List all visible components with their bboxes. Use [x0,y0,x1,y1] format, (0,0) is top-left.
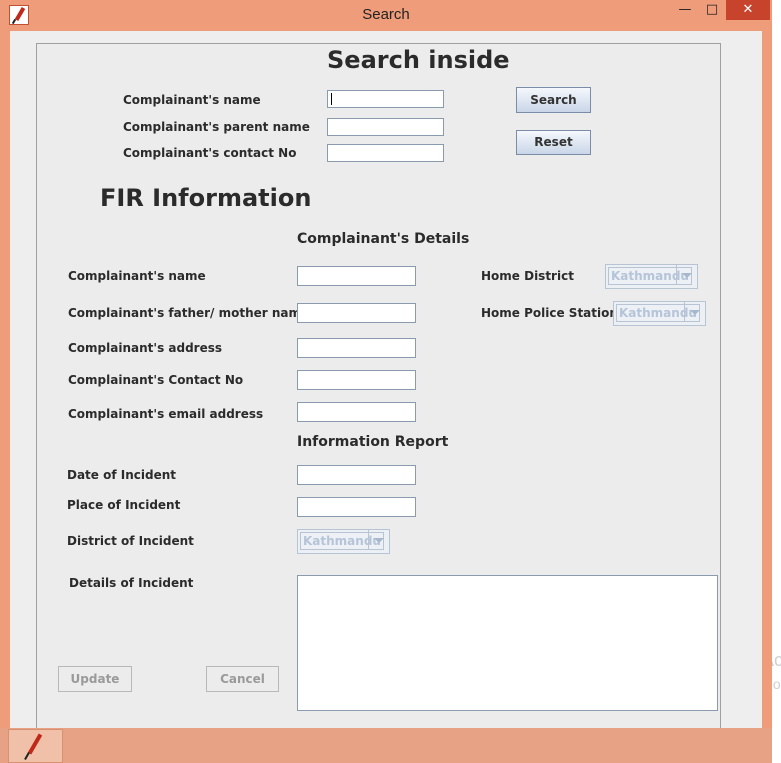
details-textarea[interactable] [297,575,718,711]
fir-contact-input[interactable] [297,370,416,390]
search-contact-input[interactable] [327,144,444,162]
desktop-right-edge [772,0,781,763]
update-button[interactable]: Update [58,666,132,692]
chevron-down-icon[interactable] [368,530,389,550]
date-label: Date of Incident [67,468,176,482]
complainant-details-heading: Complainant's Details [297,231,470,247]
fir-parent-input[interactable] [297,303,416,323]
title-bar[interactable]: Search — □ ✕ [0,0,772,30]
fir-address-input[interactable] [297,338,416,358]
search-heading: Search inside [327,46,510,74]
fir-contact-label: Complainant's Contact No [68,373,244,387]
minimize-button[interactable]: — [672,0,698,20]
fir-address-label: Complainant's address [68,341,223,355]
search-contact-label: Complainant's contact No [123,146,297,160]
form-panel: Search inside Complainant's name Complai… [36,43,721,737]
fir-name-input[interactable] [297,266,416,286]
fir-parent-label: Complainant's father/ mother name [68,306,310,320]
details-label: Details of Incident [69,576,194,590]
maximize-button[interactable]: □ [699,0,725,20]
chevron-down-icon[interactable] [684,302,705,322]
home-station-label: Home Police Station [481,306,618,320]
search-name-input[interactable] [327,90,444,108]
taskbar-app-button[interactable] [8,729,63,763]
fir-email-input[interactable] [297,402,416,422]
search-name-label: Complainant's name [123,93,261,107]
home-station-select[interactable]: Kathmandu [613,301,706,326]
place-label: Place of Incident [67,498,181,512]
place-input[interactable] [297,497,416,517]
pen-icon [27,733,43,755]
search-parent-input[interactable] [327,118,444,136]
search-parent-label: Complainant's parent name [123,120,310,134]
search-window: Search — □ ✕ Search inside Complainant's… [0,0,772,737]
close-button[interactable]: ✕ [726,0,770,20]
fir-name-label: Complainant's name [68,269,206,283]
fir-email-label: Complainant's email address [68,407,264,421]
window-title: Search [362,6,410,23]
information-report-heading: Information Report [297,434,449,450]
district-select[interactable]: Kathmandu [297,529,390,554]
reset-button[interactable]: Reset [516,130,591,155]
taskbar [0,728,772,763]
date-input[interactable] [297,465,416,485]
home-district-label: Home District [481,269,574,283]
cancel-button[interactable]: Cancel [206,666,279,692]
fir-heading: FIR Information [100,184,312,212]
search-button[interactable]: Search [516,87,591,113]
window-client-area: Search inside Complainant's name Complai… [10,31,762,737]
home-district-select[interactable]: Kathmandu [605,264,698,289]
chevron-down-icon[interactable] [676,265,697,285]
district-label: District of Incident [67,534,194,548]
